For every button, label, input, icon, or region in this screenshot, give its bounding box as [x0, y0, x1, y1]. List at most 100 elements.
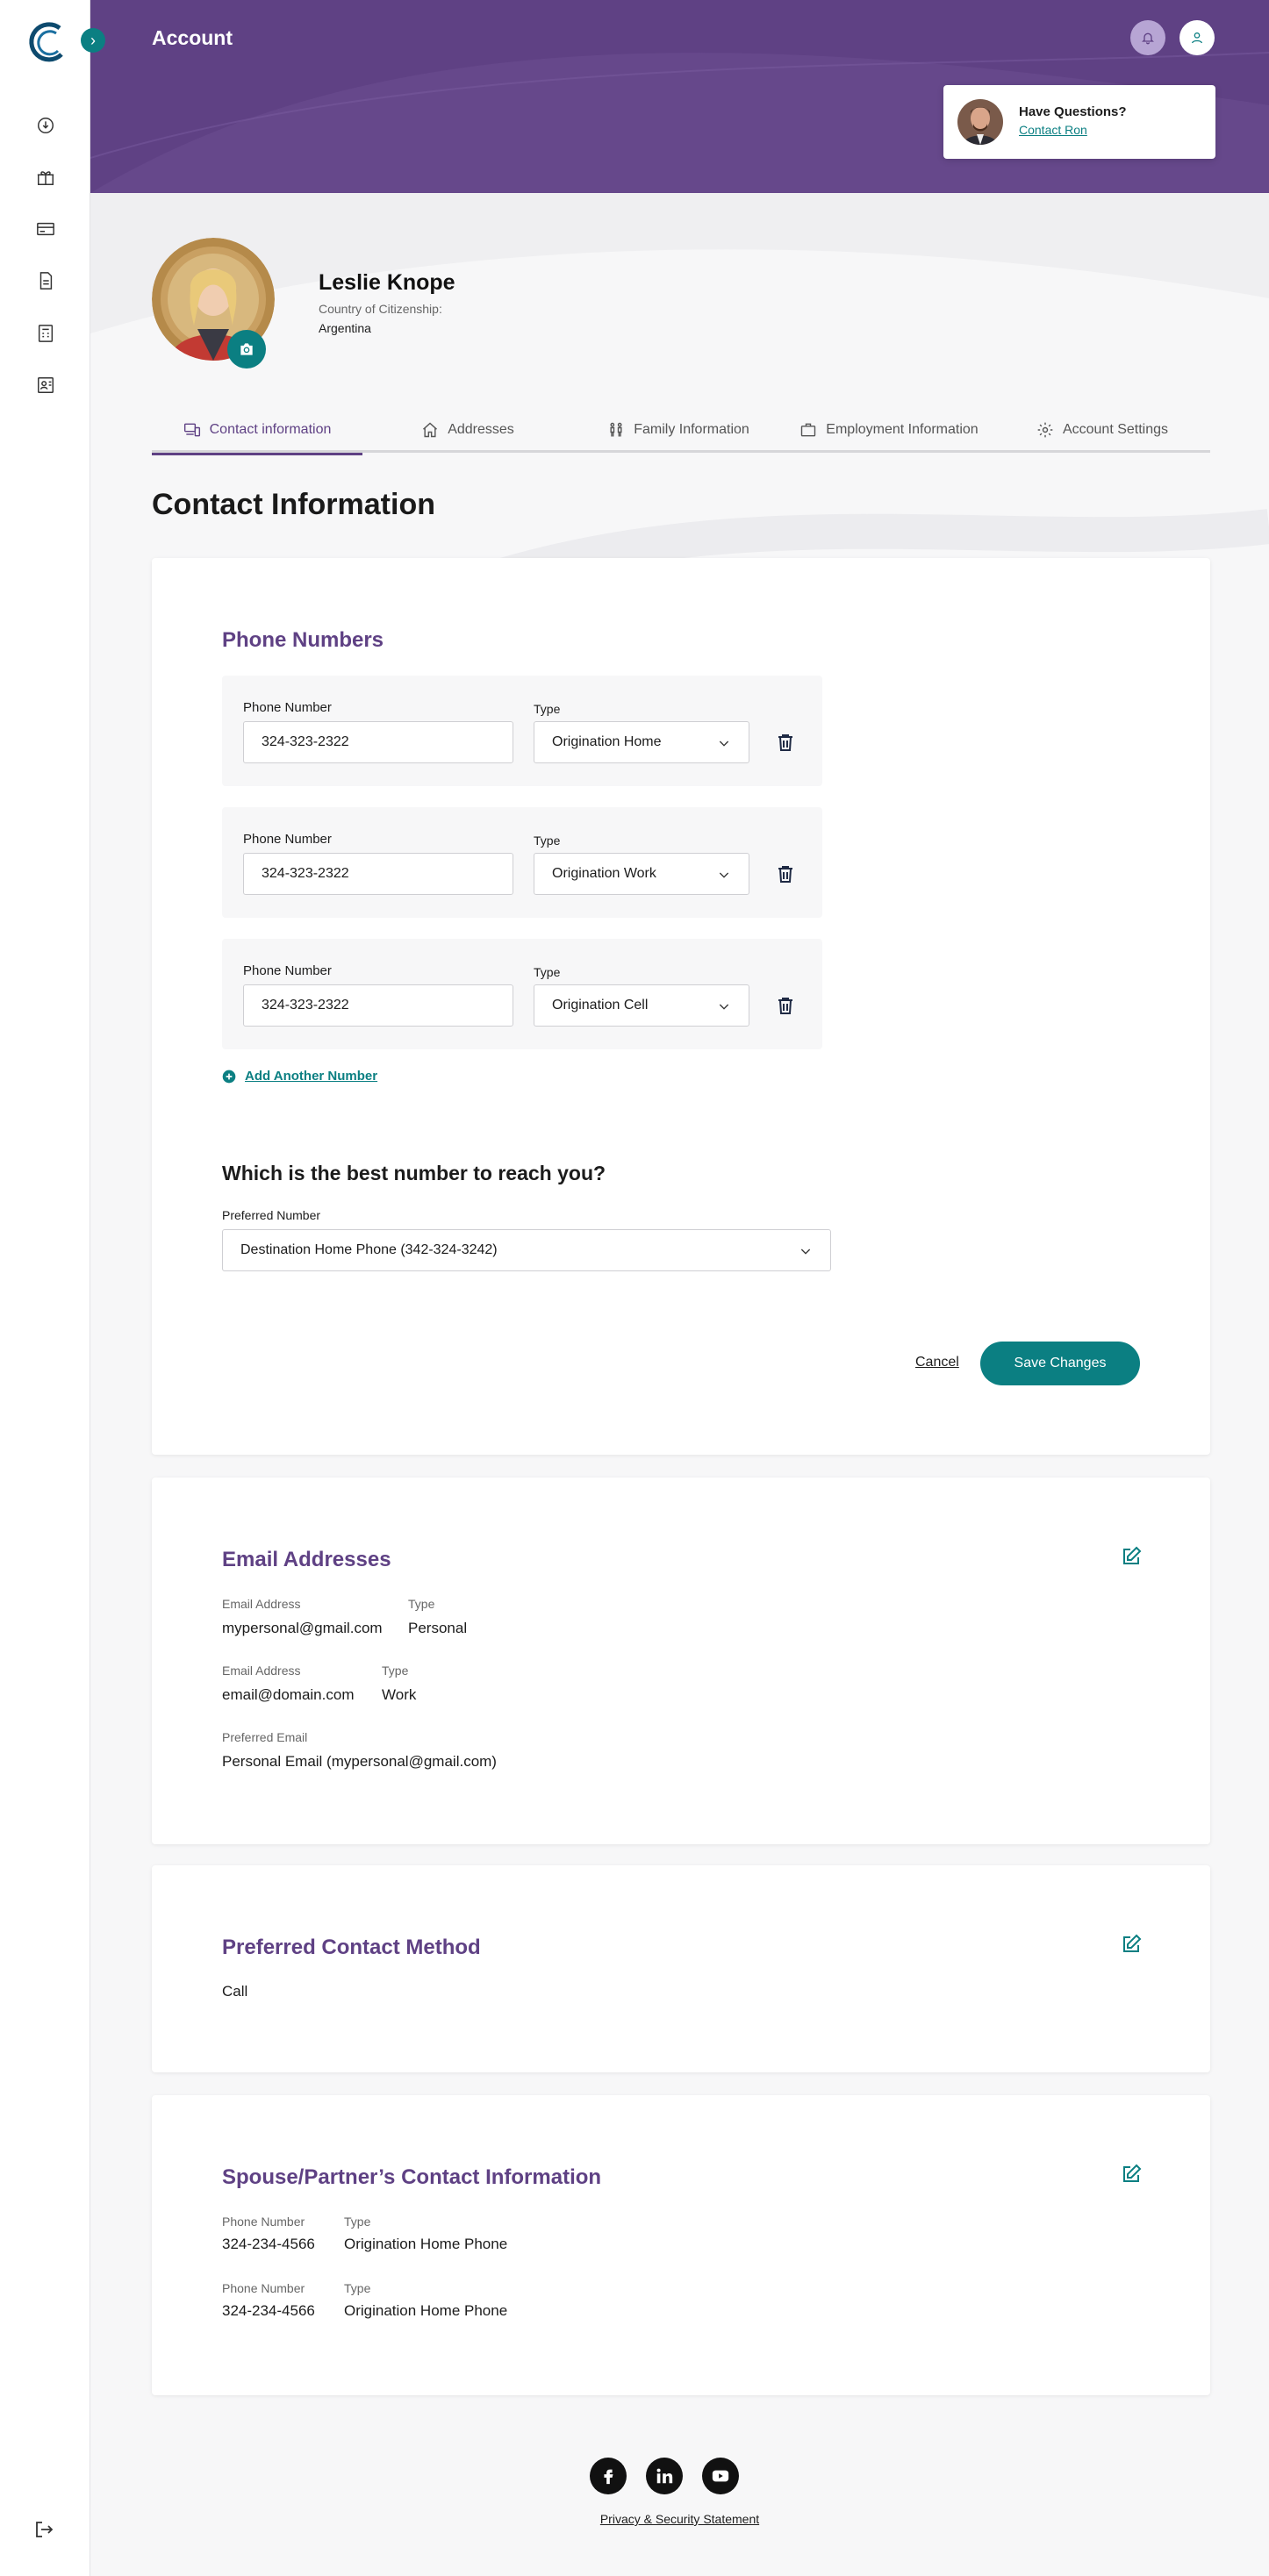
phone-type-value: Origination Work	[552, 866, 656, 881]
chevron-down-icon	[719, 741, 729, 747]
preferred-email-value: Personal Email (mypersonal@gmail.com)	[222, 1753, 497, 1770]
spouse-contact-title: Spouse/Partner’s Contact Information	[222, 2165, 602, 2189]
tab-account-settings[interactable]: Account Settings	[994, 407, 1210, 453]
email-addresses-title: Email Addresses	[222, 1548, 391, 1571]
family-icon	[610, 422, 622, 437]
edit-spouse-contact-button[interactable]	[1121, 2164, 1142, 2185]
page-header-title: Account	[152, 26, 233, 49]
tab-label: Addresses	[448, 422, 514, 437]
user-profile-button[interactable]	[1179, 20, 1215, 55]
nav-info-icon[interactable]	[33, 113, 58, 138]
youtube-link[interactable]	[702, 2458, 739, 2494]
citizenship-value: Argentina	[319, 321, 371, 335]
tab-addresses[interactable]: Addresses	[362, 407, 573, 453]
delete-phone-button[interactable]	[775, 732, 796, 753]
bell-icon	[1142, 32, 1154, 45]
tab-employment-information[interactable]: Employment Information	[784, 407, 994, 453]
preferred-number-value: Destination Home Phone (342-324-3242)	[240, 1242, 498, 1257]
delete-phone-button[interactable]	[775, 863, 796, 884]
contact-advisor-link[interactable]: Contact Ron	[1019, 123, 1087, 137]
phone-number-input[interactable]	[243, 984, 513, 1027]
spouse-type-label: Type	[344, 2281, 371, 2295]
phone-number-label: Phone Number	[243, 700, 332, 715]
cancel-button[interactable]: Cancel	[915, 1355, 959, 1370]
preferred-number-select[interactable]: Destination Home Phone (342-324-3242)	[222, 1229, 831, 1271]
linkedin-link[interactable]	[646, 2458, 683, 2494]
spouse-phone-value: 324-234-4566	[222, 2236, 315, 2252]
phone-type-value: Origination Cell	[552, 998, 649, 1013]
help-card: Have Questions? Contact Ron	[943, 85, 1215, 159]
preferred-number-label: Preferred Number	[222, 1208, 321, 1222]
camera-icon	[240, 343, 253, 355]
tab-contact-information[interactable]: Contact information	[152, 407, 362, 455]
plus-circle-icon	[222, 1070, 236, 1083]
spouse-phone-label: Phone Number	[222, 2215, 305, 2229]
add-another-number-label: Add Another Number	[245, 1069, 378, 1084]
trash-icon	[778, 734, 792, 751]
tab-family-information[interactable]: Family Information	[573, 407, 784, 453]
spouse-type-label: Type	[344, 2215, 371, 2229]
delete-phone-button[interactable]	[775, 995, 796, 1016]
email-address-value: email@domain.com	[222, 1686, 355, 1703]
help-title: Have Questions?	[1019, 104, 1127, 119]
linkedin-icon	[656, 2468, 673, 2484]
nav-card-icon[interactable]	[33, 217, 58, 241]
tab-label: Family Information	[634, 422, 749, 437]
phone-type-label: Type	[534, 834, 561, 848]
email-address-label: Email Address	[222, 1597, 301, 1611]
phone-type-select[interactable]: Origination Home	[534, 721, 749, 763]
phone-type-value: Origination Home	[552, 734, 662, 749]
advisor-avatar	[957, 99, 1003, 145]
chevron-down-icon	[719, 1004, 729, 1010]
trash-icon	[778, 866, 792, 883]
notifications-button[interactable]	[1130, 20, 1165, 55]
phone-number-input[interactable]	[243, 853, 513, 895]
home-icon	[423, 422, 438, 438]
edit-icon	[1123, 1934, 1142, 1952]
phone-type-select[interactable]: Origination Work	[534, 853, 749, 895]
tab-label: Account Settings	[1062, 422, 1169, 437]
facebook-link[interactable]	[590, 2458, 627, 2494]
preferred-contact-method-card: Preferred Contact Method Call	[152, 1865, 1210, 2072]
preferred-contact-method-value: Call	[222, 1983, 248, 2000]
best-number-question: Which is the best number to reach you?	[222, 1162, 606, 1184]
phone-type-label: Type	[534, 965, 561, 979]
phone-row: Phone Number Type Origination Home	[222, 676, 822, 786]
spouse-type-value: Origination Home Phone	[344, 2236, 508, 2252]
nav-document-icon[interactable]	[33, 268, 58, 293]
edit-email-button[interactable]	[1121, 1546, 1142, 1567]
phone-numbers-title: Phone Numbers	[222, 628, 384, 652]
phone-number-label: Phone Number	[243, 832, 332, 847]
header-banner: Account Have Questions? Contact Ron	[90, 0, 1269, 193]
phone-numbers-card: Phone Numbers Phone Number Type Originat…	[152, 558, 1210, 1455]
email-address-value: mypersonal@gmail.com	[222, 1620, 383, 1636]
spouse-type-value: Origination Home Phone	[344, 2302, 508, 2319]
save-changes-button[interactable]: Save Changes	[980, 1342, 1140, 1385]
spouse-contact-card: Spouse/Partner’s Contact Information Pho…	[152, 2095, 1210, 2395]
change-photo-button[interactable]	[227, 330, 266, 369]
nav-contact-card-icon[interactable]	[33, 373, 58, 397]
phone-number-input[interactable]	[243, 721, 513, 763]
trash-icon	[778, 998, 792, 1014]
phone-row: Phone Number Type Origination Cell	[222, 939, 822, 1049]
add-another-number-link[interactable]: Add Another Number	[222, 1069, 377, 1084]
phone-number-label: Phone Number	[243, 963, 332, 978]
youtube-icon	[712, 2470, 729, 2482]
nav-calculator-icon[interactable]	[33, 321, 58, 346]
sidebar-expand-button[interactable]: ›	[81, 28, 105, 53]
citizenship-label: Country of Citizenship:	[319, 302, 442, 316]
email-addresses-card: Email Addresses Email Address Type myper…	[152, 1478, 1210, 1844]
facebook-icon	[604, 2469, 613, 2485]
spouse-phone-label: Phone Number	[222, 2281, 305, 2295]
spouse-phone-value: 324-234-4566	[222, 2302, 315, 2319]
edit-contact-method-button[interactable]	[1121, 1934, 1142, 1955]
account-tabs: Contact information Addresses Family Inf…	[152, 407, 1210, 455]
phone-type-label: Type	[534, 702, 561, 716]
page-title: Contact Information	[152, 488, 435, 521]
privacy-security-link[interactable]: Privacy & Security Statement	[0, 2512, 1269, 2526]
sidebar	[0, 0, 90, 2576]
chevron-down-icon	[719, 872, 729, 878]
phone-type-select[interactable]: Origination Cell	[534, 984, 749, 1027]
chevron-down-icon	[800, 1249, 811, 1255]
nav-gift-icon[interactable]	[33, 165, 58, 190]
